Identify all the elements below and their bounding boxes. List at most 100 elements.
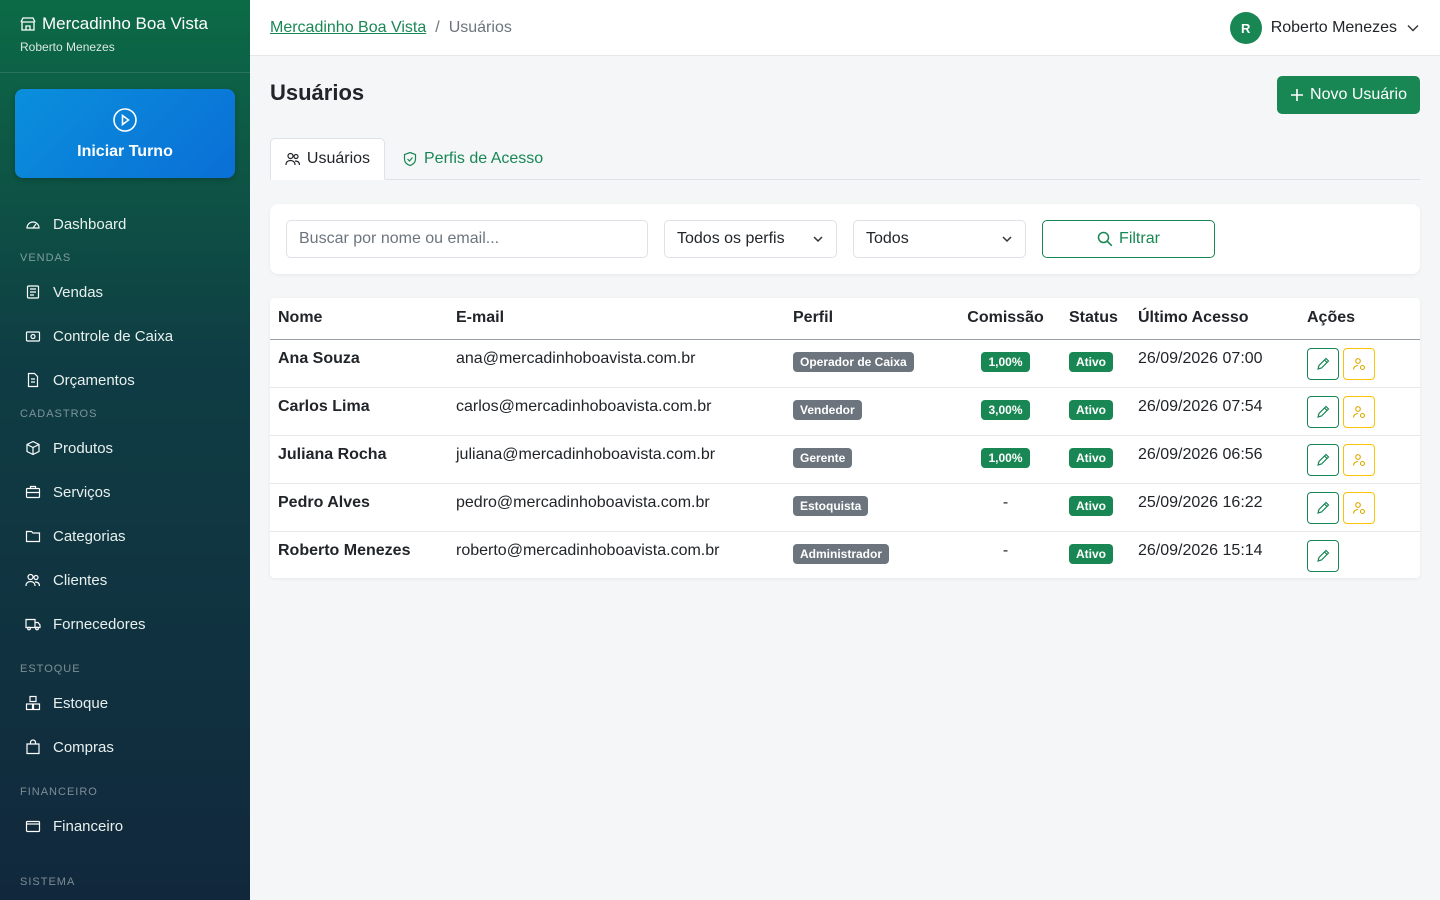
section-estoque: ESTOQUE xyxy=(20,663,81,675)
header-email[interactable]: E-mail xyxy=(448,298,785,340)
sidebar-item-servicos[interactable]: Serviços xyxy=(0,470,250,514)
tab-users[interactable]: Usuários xyxy=(270,138,385,180)
status-badge: Ativo xyxy=(1069,495,1113,516)
breadcrumb-separator: / xyxy=(435,18,440,36)
header-status[interactable]: Status xyxy=(1061,298,1130,340)
sidebar-item-fornecedores[interactable]: Fornecedores xyxy=(0,602,250,646)
cell-acoes xyxy=(1299,435,1420,484)
sidebar-item-label: Vendas xyxy=(53,283,104,301)
breadcrumb-home-link[interactable]: Mercadinho Boa Vista xyxy=(270,19,426,37)
cell-email: pedro@mercadinhoboavista.com.br xyxy=(448,483,785,532)
sidebar-item-label: Serviços xyxy=(53,483,111,501)
cell-perfil: Vendedor xyxy=(785,387,950,436)
edit-button[interactable] xyxy=(1307,347,1339,380)
sidebar-item-produtos[interactable]: Produtos xyxy=(0,426,250,470)
filter-button[interactable]: Filtrar xyxy=(1042,220,1215,258)
new-user-button[interactable]: Novo Usuário xyxy=(1277,76,1420,114)
cell-ultimo-acesso: 25/09/2026 16:22 xyxy=(1130,483,1299,532)
permissions-button[interactable] xyxy=(1343,491,1375,524)
sidebar-item-vendas[interactable]: Vendas xyxy=(0,270,250,314)
status-badge: Ativo xyxy=(1069,399,1113,420)
sidebar-item-label: Fornecedores xyxy=(53,615,146,633)
sidebar-item-dashboard[interactable]: Dashboard xyxy=(0,202,250,246)
page-title: Usuários xyxy=(270,80,365,105)
user-menu[interactable]: R Roberto Menezes xyxy=(1229,12,1420,44)
cell-ultimo-acesso: 26/09/2026 07:00 xyxy=(1130,339,1299,388)
brand: Mercadinho Boa Vista Roberto Menezes xyxy=(0,0,250,73)
commission-badge: 1,00% xyxy=(981,351,1030,372)
edit-button[interactable] xyxy=(1307,539,1339,572)
cell-perfil: Operador de Caixa xyxy=(785,339,950,388)
brand-name: Mercadinho Boa Vista xyxy=(42,14,209,33)
cell-comissao: 1,00% xyxy=(950,435,1061,484)
permissions-button[interactable] xyxy=(1343,443,1375,476)
table-header-row: Nome E-mail Perfil Comissão Status Últim… xyxy=(270,298,1420,340)
sidebar-item-estoque[interactable]: Estoque xyxy=(0,681,250,725)
header-comissao[interactable]: Comissão xyxy=(950,298,1061,340)
header-nome[interactable]: Nome xyxy=(270,298,448,340)
sidebar-item-categorias[interactable]: Categorias xyxy=(0,514,250,558)
cell-ultimo-acesso: 26/09/2026 07:54 xyxy=(1130,387,1299,436)
sidebar-nav: Dashboard VENDAS Vendas Controle de Caix… xyxy=(0,202,250,894)
store-icon xyxy=(20,17,36,31)
sidebar-item-compras[interactable]: Compras xyxy=(0,725,250,769)
tab-access-profiles[interactable]: Perfis de Acesso xyxy=(402,138,543,180)
table-row: Juliana Rocha juliana@mercadinhoboavista… xyxy=(270,435,1420,484)
section-vendas: VENDAS xyxy=(20,252,72,264)
cash-register-icon xyxy=(25,331,41,342)
sidebar-item-clientes[interactable]: Clientes xyxy=(0,558,250,602)
header-perfil[interactable]: Perfil xyxy=(785,298,950,340)
avatar: R xyxy=(1229,12,1262,44)
cell-perfil: Estoquista xyxy=(785,483,950,532)
sidebar-item-label: Controle de Caixa xyxy=(53,327,174,345)
tab-users-label: Usuários xyxy=(306,150,371,167)
pencil-icon xyxy=(1317,549,1330,562)
pencil-icon xyxy=(1317,501,1330,514)
cell-ultimo-acesso: 26/09/2026 06:56 xyxy=(1130,435,1299,484)
filter-button-label: Filtrar xyxy=(1119,230,1160,247)
profile-select[interactable]: Todos os perfis xyxy=(664,220,837,258)
plus-icon xyxy=(1291,89,1304,101)
table-row: Ana Souza ana@mercadinhoboavista.com.br … xyxy=(270,339,1420,388)
sidebar-item-financeiro[interactable]: Financeiro xyxy=(0,804,250,848)
permissions-button[interactable] xyxy=(1343,395,1375,428)
cell-status: Ativo xyxy=(1061,435,1130,484)
profile-badge: Vendedor xyxy=(793,399,862,420)
cell-acoes xyxy=(1299,531,1420,579)
table-row: Carlos Lima carlos@mercadinhoboavista.co… xyxy=(270,387,1420,436)
profile-badge: Administrador xyxy=(793,543,890,564)
tab-profiles-label: Perfis de Acesso xyxy=(424,150,544,167)
users-table-card: Nome E-mail Perfil Comissão Status Últim… xyxy=(270,298,1420,578)
sidebar-item-orcamentos[interactable]: Orçamentos xyxy=(0,358,250,402)
header-ultimo-acesso[interactable]: Último Acesso xyxy=(1130,298,1299,340)
briefcase-icon xyxy=(25,485,41,499)
people-icon xyxy=(25,573,41,587)
edit-button[interactable] xyxy=(1307,491,1339,524)
shield-check-icon xyxy=(403,151,417,167)
sidebar-item-label: Dashboard xyxy=(53,215,127,233)
section-sistema: SISTEMA xyxy=(20,876,76,888)
table-row: Pedro Alves pedro@mercadinhoboavista.com… xyxy=(270,483,1420,532)
search-input[interactable] xyxy=(286,220,648,258)
cell-email: carlos@mercadinhoboavista.com.br xyxy=(448,387,785,436)
user-gear-icon xyxy=(1352,405,1366,418)
edit-button[interactable] xyxy=(1307,443,1339,476)
sidebar-item-controle-caixa[interactable]: Controle de Caixa xyxy=(0,314,250,358)
cell-email: ana@mercadinhoboavista.com.br xyxy=(448,339,785,388)
cell-status: Ativo xyxy=(1061,531,1130,579)
status-select[interactable]: Todos xyxy=(853,220,1026,258)
start-shift-button[interactable]: Iniciar Turno xyxy=(15,89,235,178)
cell-nome: Roberto Menezes xyxy=(278,541,411,559)
edit-button[interactable] xyxy=(1307,395,1339,428)
sidebar-item-label: Clientes xyxy=(53,571,108,589)
status-select-value: Todos xyxy=(866,230,909,247)
cell-email: roberto@mercadinhoboavista.com.br xyxy=(456,541,720,559)
cell-comissao: - xyxy=(950,483,1061,532)
topbar: Mercadinho Boa Vista / Usuários R Robert… xyxy=(250,0,1440,56)
pencil-icon xyxy=(1317,405,1330,418)
cell-nome: Pedro Alves xyxy=(270,483,448,532)
cell-acoes xyxy=(1299,483,1420,532)
cell-nome: Ana Souza xyxy=(270,339,448,388)
permissions-button[interactable] xyxy=(1343,347,1375,380)
tabs: Usuários Perfis de Acesso xyxy=(270,138,1420,180)
